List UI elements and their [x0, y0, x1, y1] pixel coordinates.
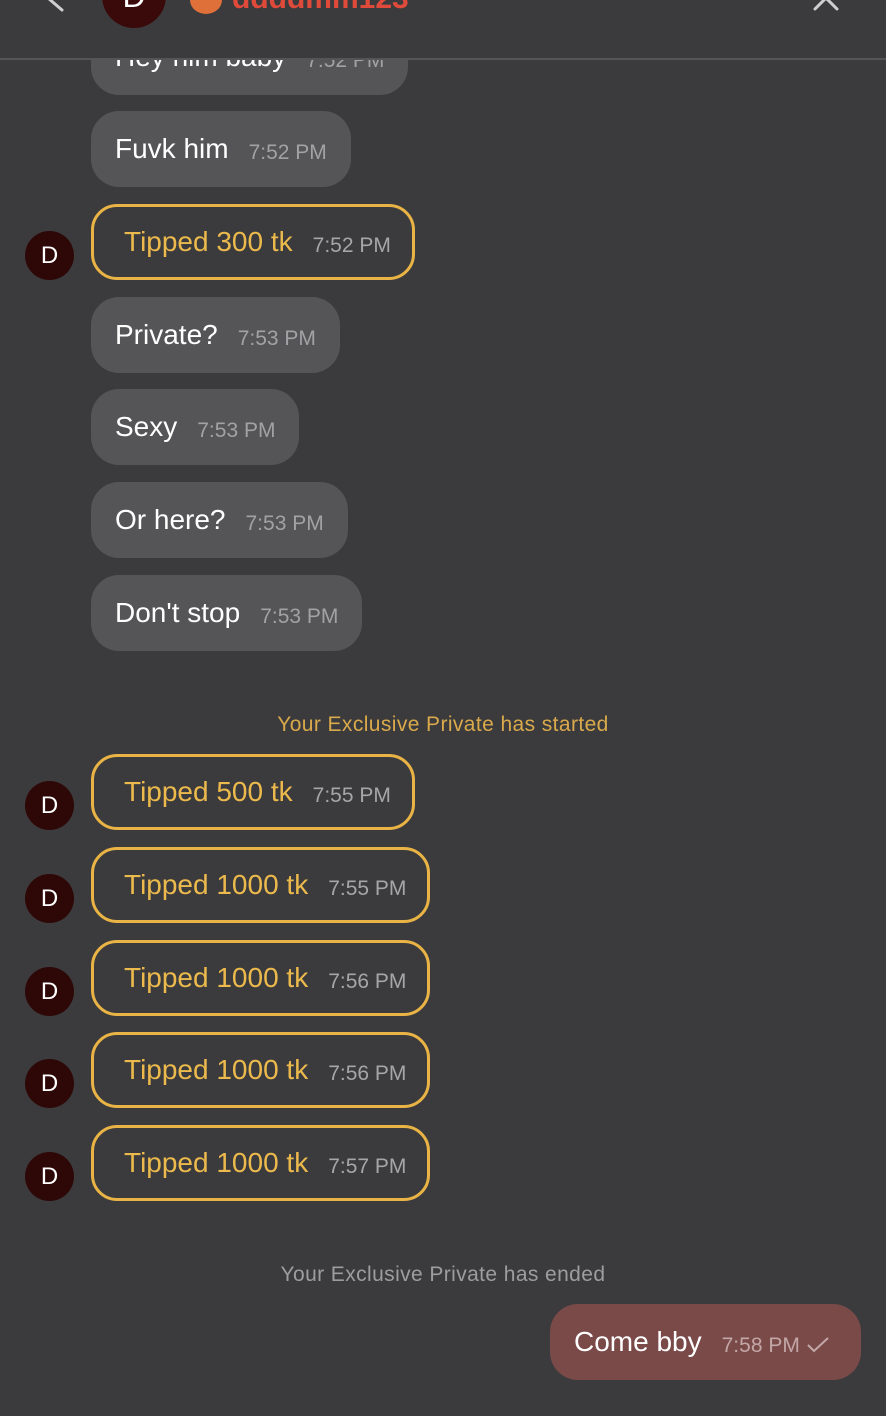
sender-avatar[interactable]: D — [25, 231, 74, 280]
tip-message[interactable]: Tipped 1000 tk 7:56 PM — [91, 940, 431, 1016]
chevron-left-icon[interactable] — [40, 0, 68, 12]
tip-message[interactable]: Tipped 1000 tk 7:55 PM — [91, 847, 431, 923]
tip-text: Tipped 300 tk — [124, 226, 293, 257]
message-time: 7:55 PM — [312, 784, 391, 807]
tip-text: Tipped 1000 tk — [124, 869, 309, 900]
close-icon[interactable] — [812, 0, 840, 12]
message-feed[interactable]: Hey him baby 7:52 PM Fuvk him 7:52 PM D … — [0, 0, 886, 1416]
message-bubble[interactable]: Don't stop 7:53 PM — [91, 575, 363, 651]
message-time: 7:53 PM — [237, 327, 316, 350]
tip-text: Tipped 1000 tk — [124, 1147, 309, 1178]
message-text: Don't stop — [115, 597, 241, 628]
sender-avatar[interactable]: D — [25, 874, 74, 923]
message-bubble[interactable]: Private? 7:53 PM — [91, 297, 340, 373]
message-time: 7:58 PM — [721, 1334, 800, 1357]
tip-text: Tipped 1000 tk — [124, 962, 309, 993]
tip-message[interactable]: Tipped 300 tk 7:52 PM — [91, 204, 415, 280]
message-time: 7:52 PM — [248, 141, 327, 164]
message-time: 7:56 PM — [328, 970, 407, 993]
message-text: Private? — [115, 319, 218, 350]
message-text: Fuvk him — [115, 133, 229, 164]
system-notice-started: Your Exclusive Private has started — [277, 713, 609, 736]
message-text: Or here? — [115, 504, 226, 535]
message-time: 7:53 PM — [260, 605, 339, 628]
username[interactable]: ddddmm123 — [232, 0, 409, 14]
checkmark-icon — [807, 1337, 829, 1353]
chat-header: D ddddmm123 — [0, 0, 886, 60]
message-time: 7:53 PM — [245, 512, 324, 535]
message-bubble[interactable]: Sexy 7:53 PM — [91, 389, 300, 465]
tip-message[interactable]: Tipped 500 tk 7:55 PM — [91, 754, 415, 830]
chat-screen: Hey him baby 7:52 PM Fuvk him 7:52 PM D … — [0, 0, 886, 1416]
avatar[interactable]: D — [102, 0, 166, 28]
message-text: Come bby — [574, 1326, 702, 1357]
message-bubble[interactable]: Or here? 7:53 PM — [91, 482, 348, 558]
sender-avatar[interactable]: D — [25, 1152, 74, 1201]
tip-message[interactable]: Tipped 1000 tk 7:57 PM — [91, 1125, 431, 1201]
message-time: 7:55 PM — [328, 877, 407, 900]
message-time: 7:57 PM — [328, 1155, 407, 1178]
my-message-bubble[interactable]: Come bby 7:58 PM — [550, 1304, 861, 1380]
message-time: 7:52 PM — [312, 234, 391, 257]
star-badge-icon — [190, 0, 222, 14]
tip-text: Tipped 500 tk — [124, 776, 293, 807]
message-bubble[interactable]: Fuvk him 7:52 PM — [91, 111, 351, 187]
message-time: 7:53 PM — [197, 419, 276, 442]
system-notice-ended: Your Exclusive Private has ended — [280, 1263, 606, 1286]
tip-text: Tipped 1000 tk — [124, 1054, 309, 1085]
message-time: 7:56 PM — [328, 1062, 407, 1085]
sender-avatar[interactable]: D — [25, 781, 74, 830]
sender-avatar[interactable]: D — [25, 1059, 74, 1108]
message-text: Sexy — [115, 411, 178, 442]
tip-message[interactable]: Tipped 1000 tk 7:56 PM — [91, 1032, 431, 1108]
sender-avatar[interactable]: D — [25, 967, 74, 1016]
